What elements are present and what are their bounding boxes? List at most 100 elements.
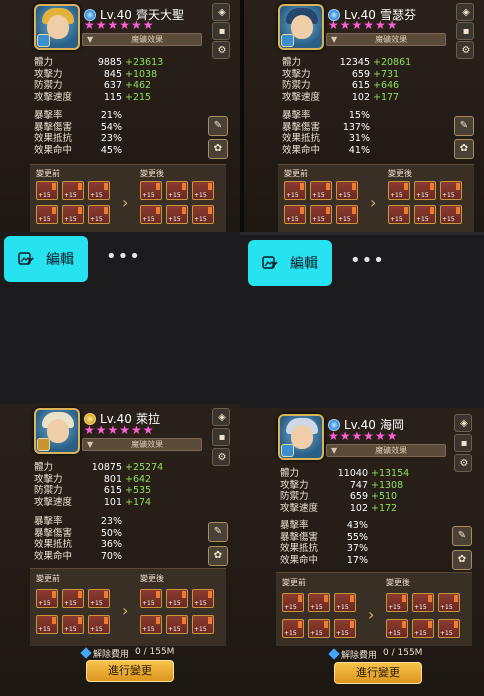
rune-slot[interactable]: +15 (62, 181, 84, 200)
base-stats: 體力 11040 +13154 攻擊力 747 +1308 防禦力 659 +510 攻擊速… (280, 468, 409, 514)
info-button[interactable]: ◈ (454, 414, 472, 432)
rune-slot[interactable]: +15 (36, 615, 58, 634)
apply-change-button[interactable]: 進行變更 (86, 660, 174, 682)
rune-slot[interactable]: +15 (412, 593, 434, 612)
stat-resistance: 效果抵抗 37% (280, 543, 368, 555)
edit-runes-button[interactable]: ✎ (208, 116, 228, 136)
rune-slot[interactable]: +15 (166, 615, 188, 634)
edit-button[interactable]: 編輯 (4, 236, 88, 282)
lock-button[interactable]: ▪ (212, 428, 230, 446)
rune-slot[interactable]: +15 (36, 181, 58, 200)
monster-portrait[interactable] (278, 4, 324, 50)
rune-slot[interactable]: +15 (140, 205, 162, 224)
rune-slot[interactable]: +15 (36, 205, 58, 224)
star-rating: ★★★★★★ (328, 429, 399, 443)
monster-portrait[interactable] (34, 4, 80, 50)
rune-slot[interactable]: +15 (334, 619, 356, 638)
rune-slot[interactable]: +15 (62, 589, 84, 608)
share-button[interactable]: ⚙ (212, 41, 230, 59)
share-icon: ⚙ (217, 452, 227, 463)
rune-effect-dropdown[interactable]: ▼ 魔礦效果 (82, 33, 202, 46)
stat-resistance: 效果抵抗 36% (34, 539, 122, 551)
rune-slot[interactable]: +15 (192, 589, 214, 608)
rune-slot[interactable]: +15 (192, 615, 214, 634)
rune-slot[interactable]: +15 (166, 205, 188, 224)
share-button[interactable]: ⚙ (456, 41, 474, 59)
paw-button[interactable]: ✿ (454, 139, 474, 159)
rune-slot[interactable]: +15 (310, 181, 332, 200)
rune-slot[interactable]: +15 (192, 205, 214, 224)
rune-slot[interactable]: +15 (166, 589, 188, 608)
edit-runes-button[interactable]: ✎ (454, 116, 474, 136)
rune-slot[interactable]: +15 (386, 619, 408, 638)
rune-slot[interactable]: +15 (140, 181, 162, 200)
rune-slot[interactable]: +15 (62, 205, 84, 224)
rune-slot[interactable]: +15 (386, 593, 408, 612)
info-button[interactable]: ◈ (456, 3, 474, 21)
monster-portrait[interactable] (34, 408, 80, 454)
share-button[interactable]: ⚙ (454, 454, 472, 472)
rune-slot[interactable]: +15 (284, 205, 306, 224)
rune-slot[interactable]: +15 (284, 181, 306, 200)
lock-button[interactable]: ▪ (212, 22, 230, 40)
rune-effect-dropdown[interactable]: ▼ 魔礦效果 (326, 444, 446, 457)
paw-button[interactable]: ✿ (208, 546, 228, 566)
arrow-right-icon: › (368, 605, 375, 624)
star-rating: ★★★★★★ (84, 18, 155, 32)
info-button[interactable]: ◈ (212, 3, 230, 21)
monster-portrait[interactable] (278, 414, 324, 460)
lock-button[interactable]: ▪ (456, 22, 474, 40)
edit-runes-button[interactable]: ✎ (208, 522, 228, 542)
lock-button[interactable]: ▪ (454, 434, 472, 452)
edit-button[interactable]: 編輯 (248, 240, 332, 286)
rune-slot[interactable]: +15 (310, 205, 332, 224)
rune-slot[interactable]: +15 (166, 181, 188, 200)
rune-slot[interactable]: +15 (440, 181, 462, 200)
rune-slot[interactable]: +15 (88, 589, 110, 608)
rune-slot[interactable]: +15 (388, 181, 410, 200)
rune-slot[interactable]: +15 (414, 181, 436, 200)
rune-slot[interactable]: +15 (438, 619, 460, 638)
share-button[interactable]: ⚙ (212, 448, 230, 466)
rune-slot[interactable]: +15 (88, 615, 110, 634)
before-label: 變更前 (284, 169, 308, 178)
rune-slot[interactable]: +15 (140, 615, 162, 634)
rune-slot[interactable]: +15 (440, 205, 462, 224)
rune-slot[interactable]: +15 (282, 619, 304, 638)
rune-slot[interactable]: +15 (88, 205, 110, 224)
more-options-icon[interactable]: ••• (106, 246, 141, 267)
removal-fee: 解除費用 0 / 155M (328, 648, 422, 661)
more-options-icon[interactable]: ••• (350, 250, 385, 271)
rune-slot[interactable]: +15 (36, 589, 58, 608)
share-icon: ⚙ (217, 45, 227, 56)
editor-toolbar-left: 編輯 ••• (0, 232, 240, 404)
rune-slot[interactable]: +15 (388, 205, 410, 224)
rune-effect-dropdown[interactable]: ▼ 魔礦效果 (326, 33, 446, 46)
stat-accuracy: 效果命中 41% (282, 144, 370, 156)
stat-spd: 攻擊速度 102 +177 (282, 91, 400, 103)
lock-icon: ▪ (218, 26, 226, 37)
base-stats: 體力 10875 +25274 攻擊力 801 +642 防禦力 615 +535 攻擊速度… (34, 462, 163, 508)
rune-slot[interactable]: +15 (412, 619, 434, 638)
rune-slot[interactable]: +15 (438, 593, 460, 612)
awaken-badge-icon (37, 438, 50, 451)
stat-def: 防禦力 615 +646 (282, 80, 400, 92)
rune-slot[interactable]: +15 (140, 589, 162, 608)
rune-slot[interactable]: +15 (336, 181, 358, 200)
rune-slot[interactable]: +15 (62, 615, 84, 634)
edit-runes-button[interactable]: ✎ (452, 526, 472, 546)
rune-slot[interactable]: +15 (88, 181, 110, 200)
rune-slot[interactable]: +15 (414, 205, 436, 224)
rune-slot[interactable]: +15 (282, 593, 304, 612)
paw-button[interactable]: ✿ (452, 550, 472, 570)
apply-change-button[interactable]: 進行變更 (334, 662, 422, 684)
rune-slot[interactable]: +15 (334, 593, 356, 612)
rune-slot[interactable]: +15 (336, 205, 358, 224)
rune-slot[interactable]: +15 (308, 619, 330, 638)
monster-card-2: Lv.40 雪瑟芬 ★★★★★★ ▼ 魔礦效果 ◈ ▪ ⚙ 體力 12345 +20… (244, 0, 484, 232)
rune-slot[interactable]: +15 (308, 593, 330, 612)
paw-button[interactable]: ✿ (208, 139, 228, 159)
info-button[interactable]: ◈ (212, 408, 230, 426)
rune-slot[interactable]: +15 (192, 181, 214, 200)
rune-effect-dropdown[interactable]: ▼ 魔礦效果 (82, 438, 202, 451)
